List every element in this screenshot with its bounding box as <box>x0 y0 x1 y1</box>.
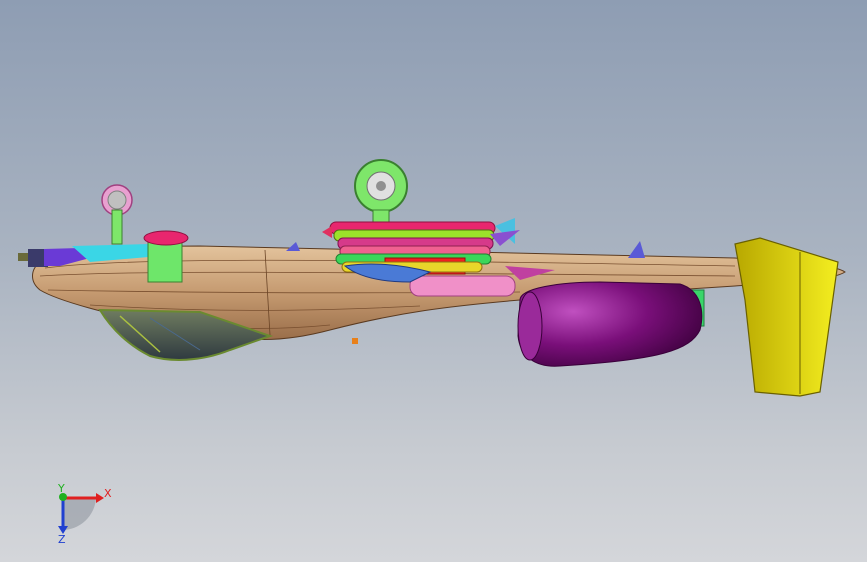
vertical-tail[interactable] <box>734 237 839 397</box>
cad-viewport[interactable]: X Y Z <box>0 0 867 562</box>
axis-x-label: X <box>104 487 112 500</box>
sensor-pod[interactable] <box>143 230 189 246</box>
dorsal-fin-rear <box>628 241 645 258</box>
nose-landing-gear[interactable] <box>101 184 133 245</box>
axis-z-label: Z <box>58 533 66 546</box>
main-landing-gear[interactable] <box>354 159 408 225</box>
dorsal-fin-front <box>286 242 300 251</box>
cockpit-box[interactable] <box>147 239 183 283</box>
engine-nacelle[interactable] <box>517 281 705 367</box>
axis-triad: X Y Z <box>57 482 112 546</box>
ventral-marker <box>352 338 358 344</box>
axis-y-label: Y <box>57 482 65 495</box>
